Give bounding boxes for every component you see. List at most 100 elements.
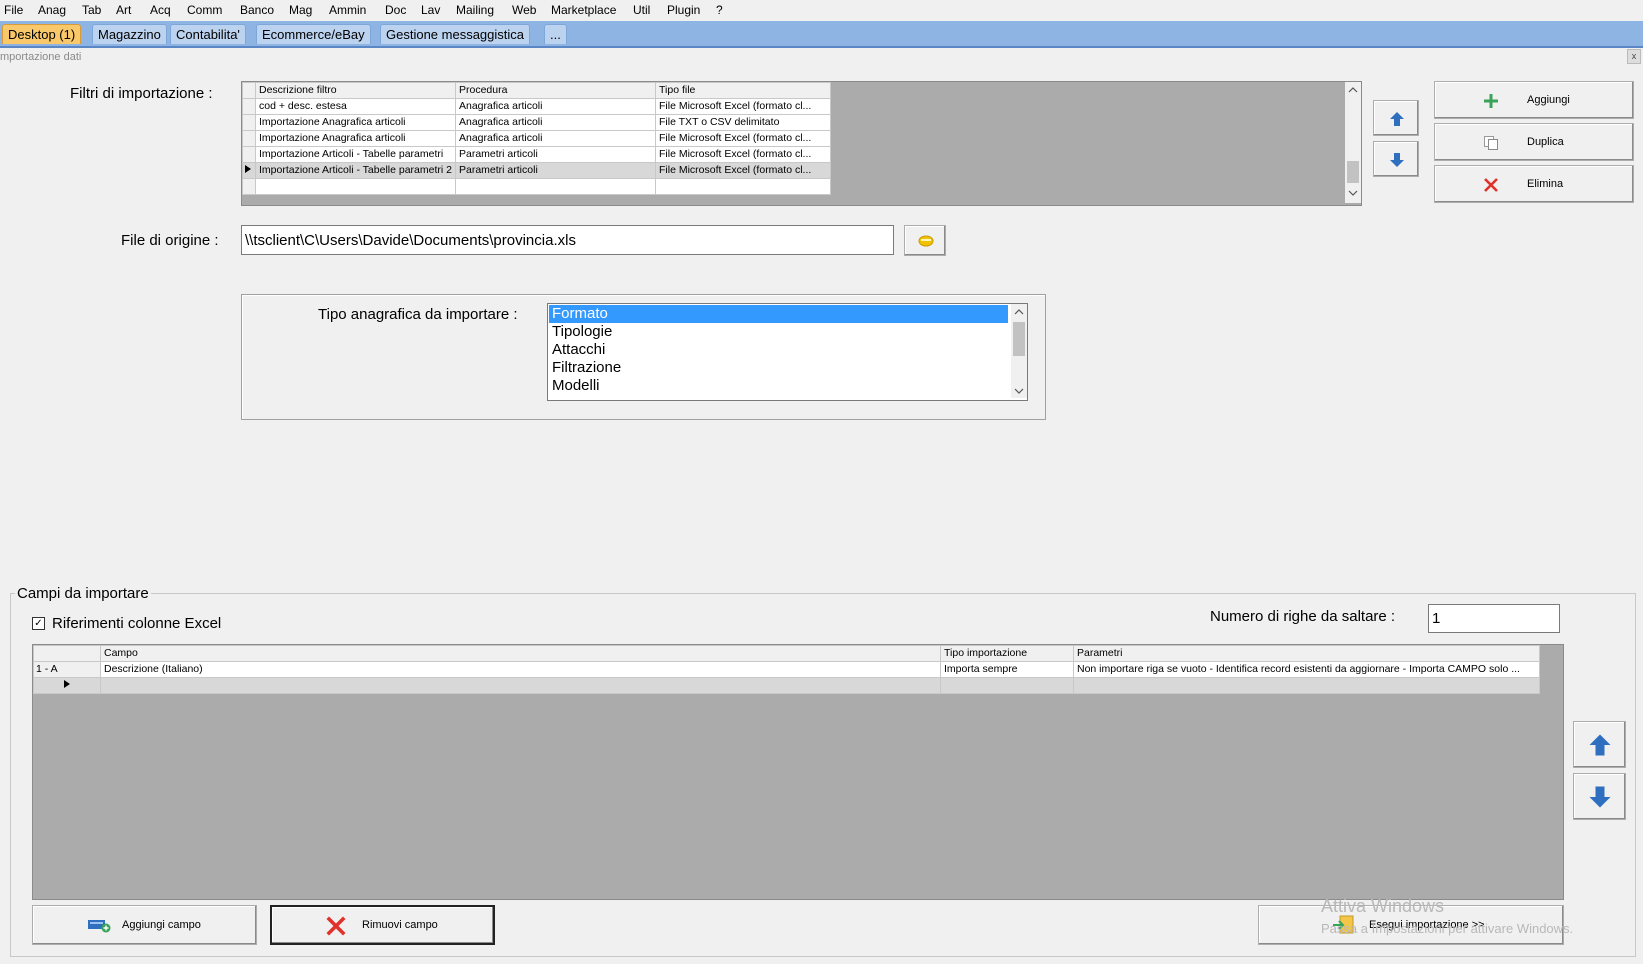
tipo-anagrafica-listbox[interactable]: Formato Tipologie Attacchi Filtrazione M… [547, 303, 1028, 401]
cell-parametri[interactable]: Non importare riga se vuoto - Identifica… [1073, 661, 1540, 678]
row-header[interactable] [242, 178, 256, 195]
col-tipo-importazione[interactable]: Tipo importazione [940, 645, 1074, 662]
menu-help[interactable]: ? [716, 3, 723, 17]
col-campo[interactable]: Campo [100, 645, 941, 662]
filter-move-up-button[interactable] [1373, 100, 1419, 136]
arrow-down-icon [1589, 786, 1611, 808]
row-header[interactable] [242, 98, 256, 115]
row-header[interactable] [242, 130, 256, 147]
window-subtitle: mportazione dati [0, 51, 82, 63]
remove-field-button[interactable]: Rimuovi campo [270, 905, 495, 945]
table-row-new[interactable] [242, 178, 831, 195]
cell-tipo-file[interactable]: File Microsoft Excel (formato cl... [655, 162, 831, 179]
cell-tipo-importazione[interactable]: Importa sempre [940, 661, 1074, 678]
skip-rows-input[interactable] [1428, 604, 1560, 633]
tab-messaggistica[interactable]: Gestione messaggistica [380, 24, 531, 44]
table-row[interactable]: Importazione Anagrafica articoli Anagraf… [242, 114, 831, 131]
row-header[interactable] [242, 114, 256, 131]
add-filter-label: Aggiungi [1527, 94, 1570, 106]
tab-more[interactable]: ... [544, 24, 567, 44]
tipo-anagrafica-label: Tipo anagrafica da importare : [318, 306, 518, 323]
row-pointer-icon[interactable] [33, 677, 101, 694]
table-row[interactable]: Importazione Articoli - Tabelle parametr… [242, 146, 831, 163]
cell-procedura[interactable]: Anagrafica articoli [455, 130, 656, 147]
tab-contabilita[interactable]: Contabilita' [170, 24, 246, 44]
menu-banco[interactable]: Banco [240, 3, 274, 17]
row-pointer-icon[interactable] [242, 162, 256, 179]
list-item[interactable]: Modelli [549, 377, 1008, 395]
cell-procedura[interactable]: Anagrafica articoli [455, 114, 656, 131]
filter-move-down-button[interactable] [1373, 141, 1419, 177]
cell-tipo-file[interactable]: File Microsoft Excel (formato cl... [655, 146, 831, 163]
browse-file-button[interactable] [904, 225, 946, 256]
cell-campo[interactable]: Descrizione (Italiano) [100, 661, 941, 678]
copy-icon [1484, 136, 1498, 150]
add-field-button[interactable]: Aggiungi campo [32, 905, 257, 945]
list-item[interactable]: Tipologie [549, 323, 1008, 341]
delete-filter-button[interactable]: Elimina [1434, 165, 1634, 203]
menu-ammin[interactable]: Ammin [329, 3, 366, 17]
filters-scrollbar[interactable] [1345, 82, 1361, 203]
source-file-input[interactable] [241, 225, 894, 255]
field-move-down-button[interactable] [1573, 773, 1626, 820]
fields-grid: Campo Tipo importazione Parametri 1 - A … [32, 644, 1564, 900]
table-row-selected[interactable]: Importazione Articoli - Tabelle parametr… [242, 162, 831, 179]
list-item[interactable]: Filtrazione [549, 359, 1008, 377]
cell-tipo-file[interactable]: File TXT o CSV delimitato [655, 114, 831, 131]
cell-descrizione[interactable]: Importazione Anagrafica articoli [255, 130, 456, 147]
menu-plugin[interactable]: Plugin [667, 3, 700, 17]
menu-mag[interactable]: Mag [289, 3, 312, 17]
list-item-selected[interactable]: Formato [549, 305, 1008, 323]
menu-web[interactable]: Web [512, 3, 536, 17]
menu-doc[interactable]: Doc [385, 3, 406, 17]
menu-comm[interactable]: Comm [187, 3, 222, 17]
table-row[interactable]: cod + desc. estesa Anagrafica articoli F… [242, 98, 831, 115]
close-icon[interactable]: x [1627, 49, 1641, 64]
excel-columns-checkbox[interactable]: ✓ [32, 617, 45, 630]
delete-filter-label: Elimina [1527, 178, 1564, 190]
fields-legend: Campi da importare [17, 585, 149, 602]
row-header[interactable]: 1 - A [33, 661, 101, 678]
filters-label: Filtri di importazione : [70, 85, 213, 102]
cell-descrizione[interactable]: Importazione Anagrafica articoli [255, 114, 456, 131]
menu-file[interactable]: File [4, 3, 23, 17]
cell-descrizione[interactable]: cod + desc. estesa [255, 98, 456, 115]
cell-procedura[interactable]: Parametri articoli [455, 162, 656, 179]
menu-lav[interactable]: Lav [421, 3, 440, 17]
remove-field-label: Rimuovi campo [362, 919, 438, 931]
menu-mailing[interactable]: Mailing [456, 3, 494, 17]
table-row[interactable]: Importazione Anagrafica articoli Anagraf… [242, 130, 831, 147]
activation-watermark-title: Attiva Windows [1321, 896, 1445, 916]
table-row-new[interactable] [33, 677, 1540, 694]
menu-acq[interactable]: Acq [150, 3, 171, 17]
col-procedura[interactable]: Procedura [455, 82, 656, 99]
col-parametri[interactable]: Parametri [1073, 645, 1540, 662]
cell-procedura[interactable]: Anagrafica articoli [455, 98, 656, 115]
list-item[interactable]: Attacchi [549, 341, 1008, 359]
cell-tipo-file[interactable]: File Microsoft Excel (formato cl... [655, 98, 831, 115]
tab-ecommerce[interactable]: Ecommerce/eBay [256, 24, 371, 44]
menu-art[interactable]: Art [116, 3, 131, 17]
cell-procedura[interactable]: Parametri articoli [455, 146, 656, 163]
cell-tipo-file[interactable]: File Microsoft Excel (formato cl... [655, 130, 831, 147]
table-row[interactable]: 1 - A Descrizione (Italiano) Importa sem… [33, 661, 1540, 678]
add-filter-button[interactable]: Aggiungi [1434, 81, 1634, 119]
excel-columns-checkbox-row[interactable]: ✓ Riferimenti colonne Excel [32, 615, 221, 632]
arrow-up-icon [1390, 112, 1404, 126]
tipo-scrollbar[interactable] [1011, 304, 1027, 398]
menu-marketplace[interactable]: Marketplace [551, 3, 616, 17]
duplicate-filter-button[interactable]: Duplica [1434, 123, 1634, 161]
tab-magazzino[interactable]: Magazzino [92, 24, 167, 44]
menu-anag[interactable]: Anag [38, 3, 66, 17]
col-descrizione[interactable]: Descrizione filtro [255, 82, 456, 99]
menu-tab[interactable]: Tab [82, 3, 101, 17]
menu-util[interactable]: Util [633, 3, 650, 17]
tab-desktop[interactable]: Desktop (1) [2, 24, 82, 44]
row-header[interactable] [242, 146, 256, 163]
filters-grid: Descrizione filtro Procedura Tipo file c… [241, 81, 1362, 206]
cell-descrizione[interactable]: Importazione Articoli - Tabelle parametr… [255, 162, 456, 179]
col-tipo-file[interactable]: Tipo file [655, 82, 831, 99]
cell-descrizione[interactable]: Importazione Articoli - Tabelle parametr… [255, 146, 456, 163]
field-move-up-button[interactable] [1573, 721, 1626, 768]
duplicate-filter-label: Duplica [1527, 136, 1564, 148]
